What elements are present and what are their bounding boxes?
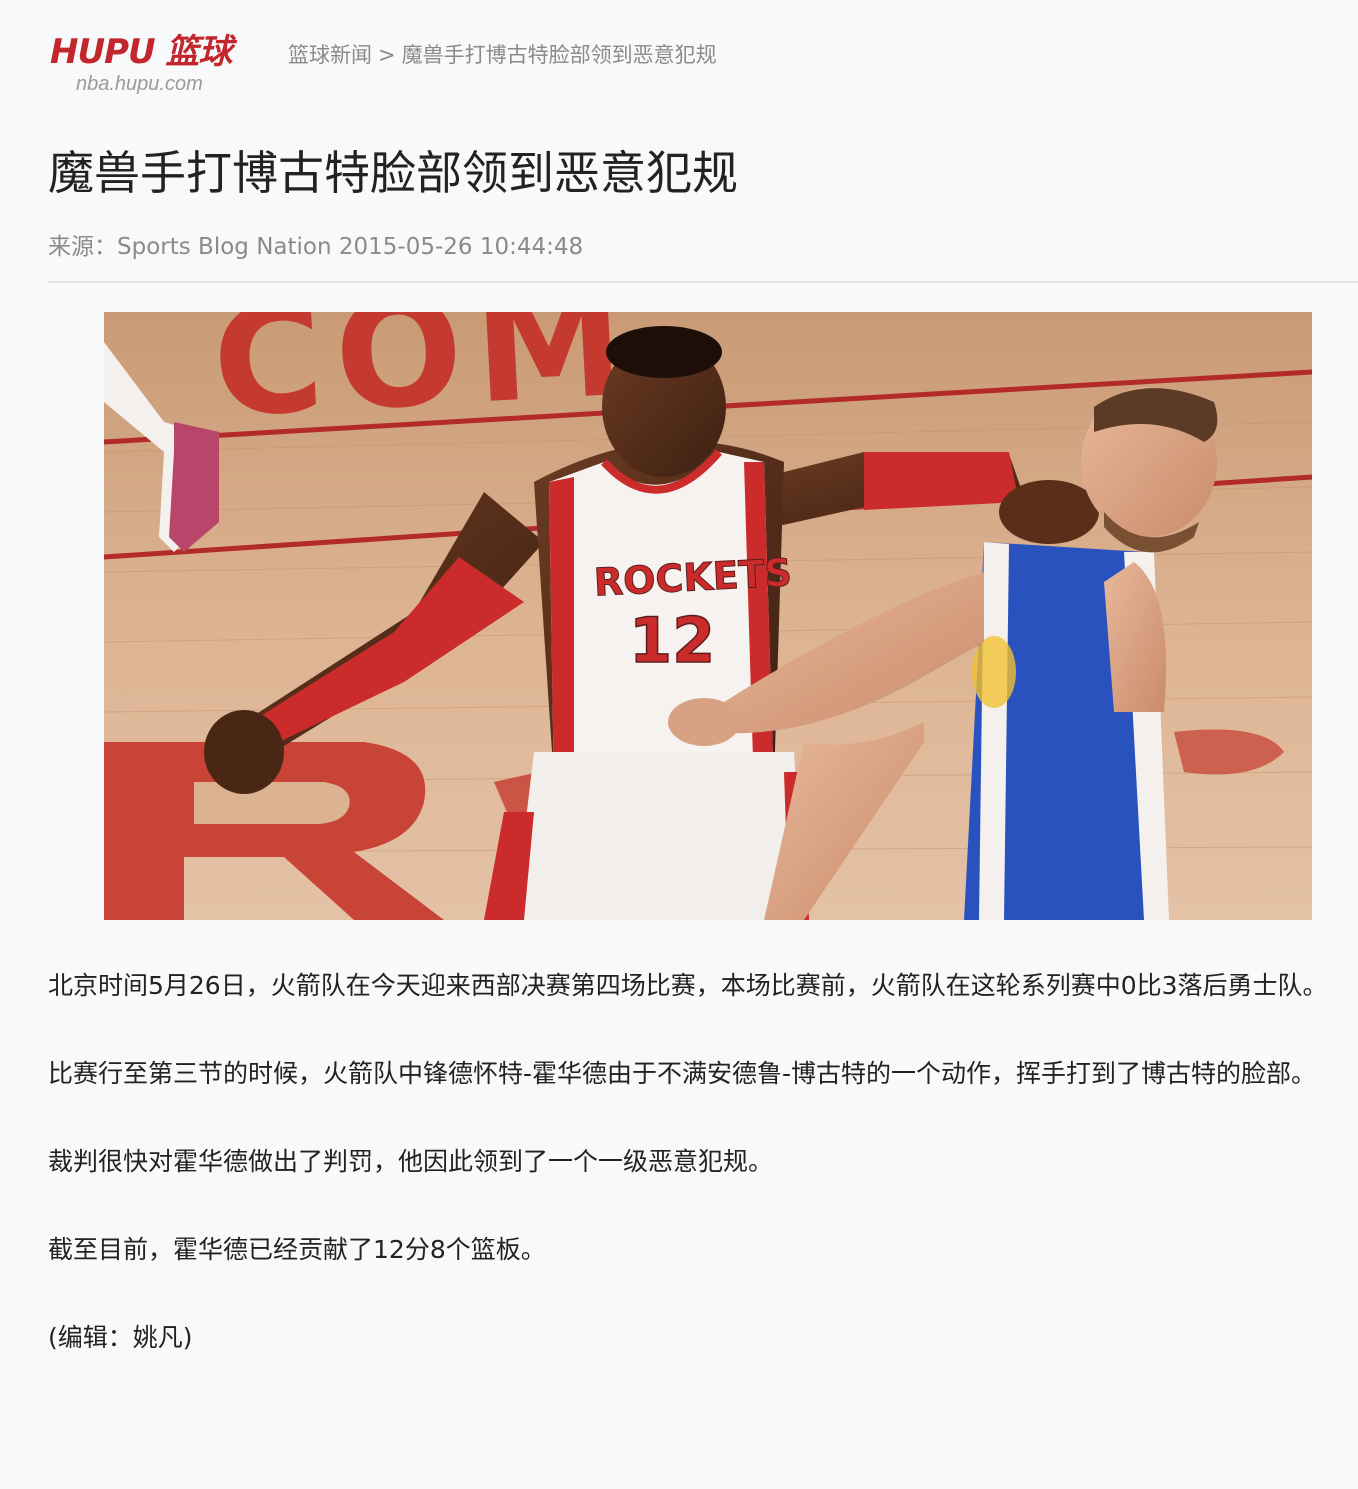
article-title: 魔兽手打博古特脸部领到恶意犯规 xyxy=(48,146,738,200)
header-divider xyxy=(48,281,1358,283)
article-meta: 来源：Sports Blog Nation 2015-05-26 10:44:4… xyxy=(48,234,584,260)
jersey-number: 12 xyxy=(629,604,715,677)
site-header: HUPU 篮球 nba.hupu.com 篮球新闻 > 魔兽手打博古特脸部领到恶意犯… xyxy=(48,28,1308,100)
article-paragraph: 截至目前，霍华德已经贡献了12分8个篮板。 xyxy=(48,1235,546,1264)
article-editor: (编辑：姚凡) xyxy=(48,1323,193,1352)
breadcrumb: 篮球新闻 > 魔兽手打博古特脸部领到恶意犯规 xyxy=(288,40,717,70)
article-body: 北京时间5月26日，火箭队在今天迎来西部决赛第四场比赛，本场比赛前，火箭队在这轮… xyxy=(48,962,1358,1402)
breadcrumb-current: 魔兽手打博古特脸部领到恶意犯规 xyxy=(401,43,717,67)
logo-text: HUPU 篮球 xyxy=(50,32,232,72)
article-paragraph: 裁判很快对霍华德做出了判罚，他因此领到了一个一级恶意犯规。 xyxy=(48,1147,774,1176)
article-paragraph: 北京时间5月26日，火箭队在今天迎来西部决赛第四场比赛，本场比赛前，火箭队在这轮… xyxy=(48,971,1328,1000)
hupu-logo[interactable]: HUPU 篮球 nba.hupu.com xyxy=(48,28,258,100)
logo-subtext: nba.hupu.com xyxy=(76,73,203,95)
breadcrumb-section-link[interactable]: 篮球新闻 xyxy=(288,43,372,67)
court-lettering: COM xyxy=(209,312,640,451)
breadcrumb-separator: > xyxy=(378,43,396,67)
article-paragraph: 比赛行至第三节的时候，火箭队中锋德怀特-霍华德由于不满安德鲁-博古特的一个动作，… xyxy=(48,1059,1317,1088)
article-photo: COM ROCKETS 12 xyxy=(104,312,1312,920)
